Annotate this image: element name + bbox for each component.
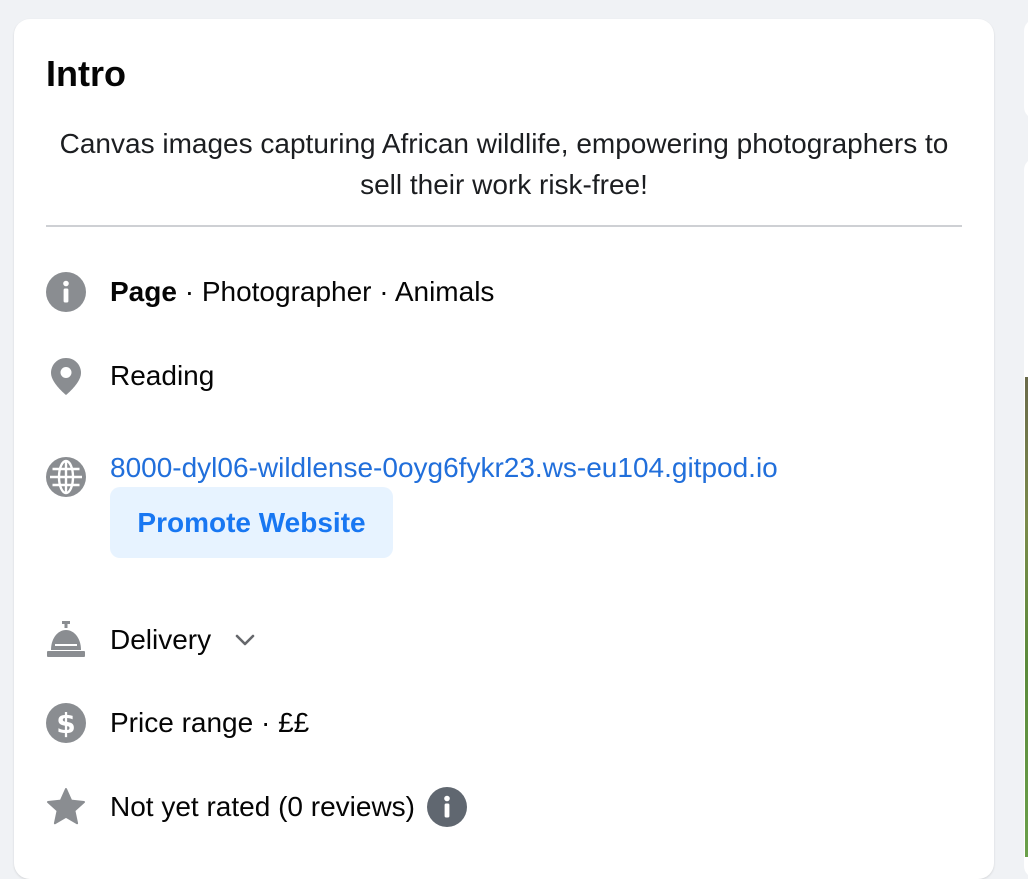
intro-bio: Canvas images capturing African wildlife… — [59, 128, 949, 200]
rating-text: Not yet rated (0 reviews) — [110, 791, 415, 822]
svg-text:$: $ — [56, 707, 75, 740]
info-icon[interactable] — [427, 787, 467, 827]
price-range-text: Price range · ££ — [110, 707, 310, 738]
price-range-row: $ Price range · ££ — [46, 703, 309, 743]
globe-icon — [46, 457, 86, 497]
star-icon — [46, 787, 86, 827]
rating-row: Not yet rated (0 reviews) — [46, 787, 467, 827]
intro-card: Intro Canvas images capturing African wi… — [14, 19, 994, 879]
intro-title: Intro — [46, 53, 126, 94]
delivery-text: Delivery — [110, 624, 212, 655]
chevron-down-icon[interactable] — [235, 633, 255, 647]
divider — [46, 225, 962, 227]
location-text: Reading — [110, 360, 215, 391]
service-bell-icon — [46, 620, 86, 660]
page-type-label: Page — [110, 276, 177, 307]
page-category-rest: · Photographer · Animals — [176, 276, 495, 307]
page-category-text: Page · Photographer · Animals — [110, 276, 494, 308]
page-category-row: Page · Photographer · Animals — [46, 272, 494, 312]
info-icon — [46, 272, 86, 312]
dollar-circle-icon: $ — [46, 703, 86, 743]
promote-website-button[interactable]: Promote Website — [110, 487, 393, 558]
location-pin-icon — [46, 356, 86, 396]
website-link[interactable]: 8000-dyl06-wildlense-0oyg6fykr23.ws-eu10… — [110, 452, 778, 484]
adjacent-card-top — [1024, 19, 1028, 119]
location-row: Reading — [46, 356, 214, 396]
delivery-row: Delivery — [46, 620, 255, 660]
